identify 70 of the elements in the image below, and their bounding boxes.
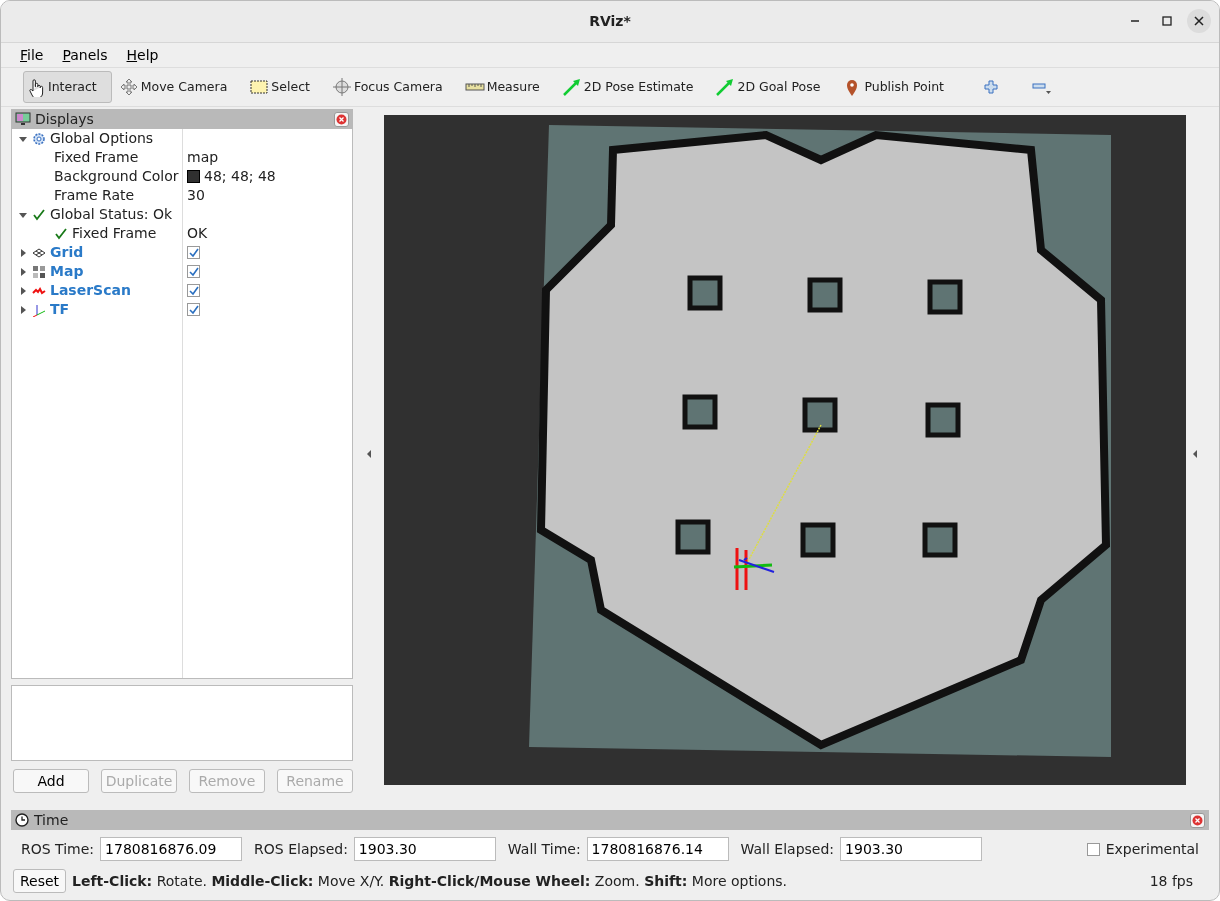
move-arrows-icon xyxy=(118,77,139,97)
reset-button[interactable]: Reset xyxy=(13,869,67,893)
checkbox[interactable] xyxy=(187,265,200,278)
tool-button[interactable]: Focus Camera xyxy=(328,71,458,103)
text-field[interactable]: 1903.30 xyxy=(353,837,496,861)
tree-label: Frame Rate xyxy=(54,186,135,205)
checkbox[interactable] xyxy=(187,284,200,297)
tool-button[interactable]: Publish Point xyxy=(839,71,959,103)
close-icon xyxy=(1194,16,1204,26)
help-text: Left-Click: Rotate. Middle-Click: Move X/Y. Right-Click/Mouse Wheel: Zoom. Shift: More options. xyxy=(72,871,788,891)
field-label: ROS Elapsed: xyxy=(254,839,348,859)
collapse-arrow-icon[interactable] xyxy=(1192,449,1198,458)
tool-button[interactable]: 2D Goal Pose xyxy=(712,71,836,103)
tree-label: Background Color xyxy=(54,167,179,186)
tree-label: Global Status: Ok xyxy=(50,205,172,224)
crosshair-icon xyxy=(331,77,352,97)
tool-button[interactable]: Select xyxy=(246,71,325,103)
panel-title: Time xyxy=(34,810,69,830)
menu-item[interactable]: Help xyxy=(117,45,169,65)
minimize-icon xyxy=(1130,20,1140,22)
clock-icon xyxy=(15,813,29,827)
panel-button[interactable]: Add xyxy=(13,769,89,793)
tree-label: TF xyxy=(50,300,70,319)
collapse-arrow-icon[interactable] xyxy=(365,449,372,458)
close-button[interactable] xyxy=(1187,9,1211,33)
expand-arrow-icon[interactable] xyxy=(18,304,28,315)
checkbox[interactable] xyxy=(187,246,200,259)
arrow-icon xyxy=(715,77,736,97)
property-value: 48; 48; 48 xyxy=(204,167,276,186)
window-title: RViz* xyxy=(589,12,631,31)
checkbox[interactable] xyxy=(187,303,200,316)
menu-item[interactable]: Panels xyxy=(53,45,118,65)
selection-icon xyxy=(249,77,270,97)
tool-button[interactable]: Move Camera xyxy=(115,71,243,103)
field-label: ROS Time: xyxy=(21,839,95,859)
map-tiles-icon xyxy=(32,264,46,279)
text-field[interactable]: 1780816876.09 xyxy=(100,837,243,861)
tool-button[interactable]: Measure xyxy=(461,71,555,103)
checkbox[interactable] xyxy=(1086,842,1100,856)
expand-arrow-icon[interactable] xyxy=(18,247,28,258)
monitor-icon xyxy=(15,112,31,126)
hand-pointer-icon xyxy=(26,77,46,97)
tree-label: LaserScan xyxy=(50,281,131,300)
field-label: Wall Elapsed: xyxy=(740,839,835,859)
property-value: 30 xyxy=(187,186,205,205)
arrow-icon xyxy=(561,77,582,97)
panel-title: Displays xyxy=(35,109,94,129)
fps-label: 18 fps xyxy=(1149,871,1194,891)
text-field[interactable]: 1903.30 xyxy=(840,837,983,861)
plus-icon xyxy=(983,80,998,94)
tool-button[interactable]: Interact xyxy=(23,71,112,103)
menu-item[interactable]: File xyxy=(11,45,54,65)
field-label: Wall Time: xyxy=(507,839,581,859)
maximize-icon xyxy=(1162,16,1172,26)
tree-label: Grid xyxy=(50,243,84,262)
tree-label: Map xyxy=(50,262,84,281)
tree-label: Global Options xyxy=(50,129,154,148)
expand-arrow-icon[interactable] xyxy=(18,285,28,296)
color-swatch-icon xyxy=(187,170,200,183)
tree-label: Fixed Frame xyxy=(72,224,157,243)
property-value: OK xyxy=(187,224,208,243)
property-value: map xyxy=(187,148,219,167)
expand-arrow-icon[interactable] xyxy=(18,266,28,277)
tool-button[interactable]: 2D Pose Estimate xyxy=(558,71,709,103)
text-field[interactable]: 1780816876.14 xyxy=(586,837,729,861)
check-icon xyxy=(32,207,46,222)
check-icon xyxy=(54,226,68,241)
checkbox-label: Experimental xyxy=(1105,839,1199,859)
tree-label: Fixed Frame xyxy=(54,148,139,167)
axes-icon xyxy=(32,302,46,317)
